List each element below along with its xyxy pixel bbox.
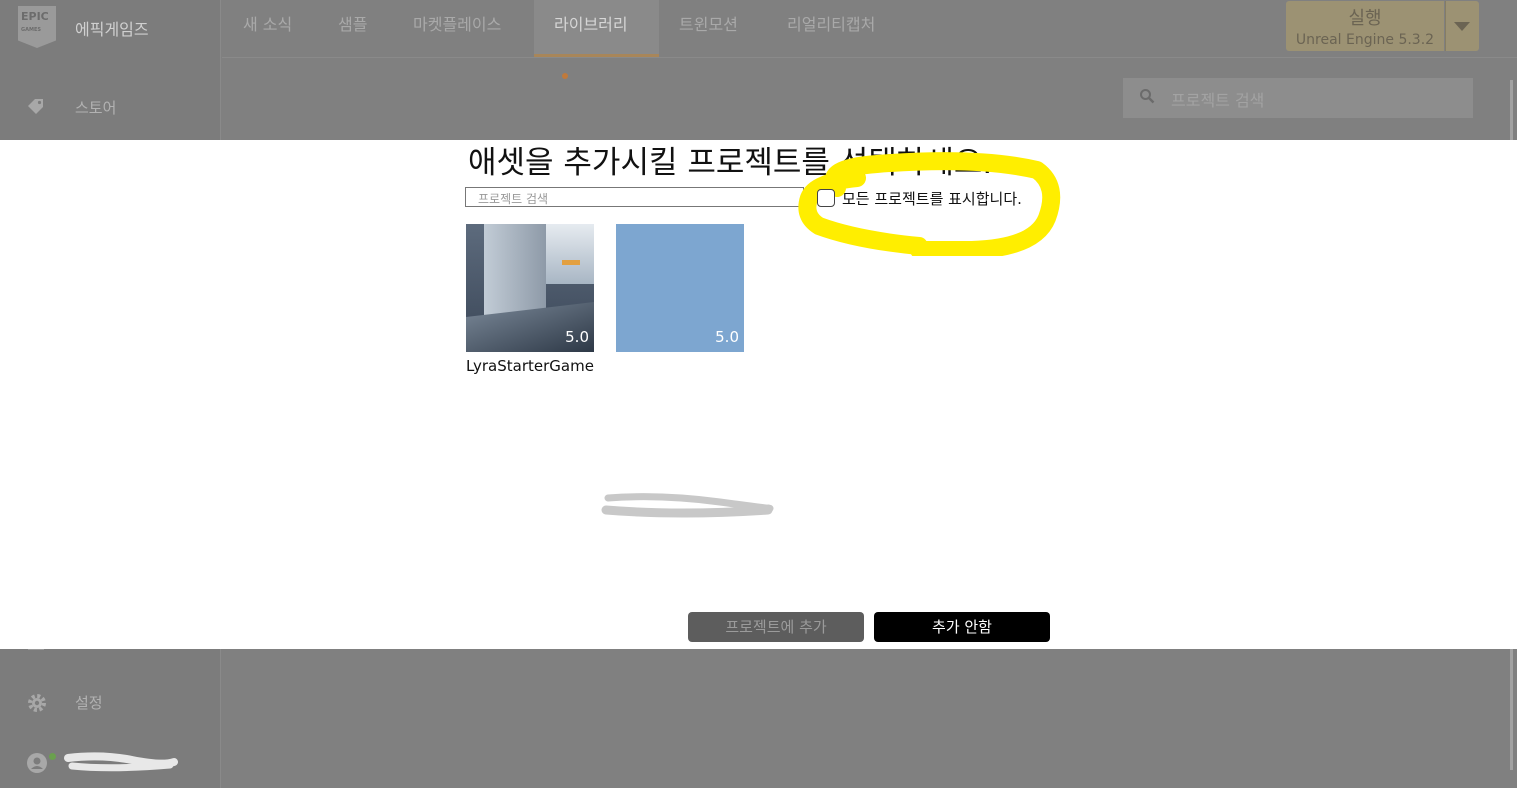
- cancel-button[interactable]: 추가 안함: [874, 612, 1050, 642]
- show-all-projects-checkbox[interactable]: [817, 189, 835, 207]
- tab-label: 라이브러리: [554, 15, 628, 34]
- tab-realitycapture[interactable]: 리얼리티캡처: [787, 0, 875, 57]
- tab-news[interactable]: 새 소식: [243, 0, 292, 57]
- redaction-scribble: [601, 493, 774, 518]
- project-thumbnail: 5.0: [616, 224, 744, 352]
- launch-button[interactable]: 실행 Unreal Engine 5.3.2: [1286, 1, 1444, 51]
- engine-version-badge: 5.0: [565, 328, 589, 346]
- engine-version: Unreal Engine 5.3.2: [1295, 32, 1435, 48]
- online-status-dot: [49, 753, 56, 760]
- engine-version-badge: 5.0: [715, 328, 739, 346]
- project-thumbnail: 5.0: [466, 224, 594, 352]
- sidebar-item-store[interactable]: 스토어: [0, 87, 220, 127]
- gear-icon: [26, 692, 46, 712]
- launch-dropdown-button[interactable]: [1445, 1, 1479, 51]
- project-search-input[interactable]: [476, 190, 800, 208]
- add-to-project-dialog: 애셋을 추가시킬 프로젝트를 선택하세요. 모든 프로젝트를 표시합니다. 5.…: [0, 140, 1517, 649]
- redaction-scribble: [64, 752, 178, 772]
- tab-library[interactable]: 라이브러리: [534, 0, 659, 79]
- project-card[interactable]: 5.0 LyraStarterGame: [466, 224, 594, 375]
- tag-icon: [26, 97, 46, 117]
- brand-label: 에픽게임즈: [75, 20, 149, 39]
- add-to-project-button[interactable]: 프로젝트에 추가: [688, 612, 864, 642]
- show-all-projects-label[interactable]: 모든 프로젝트를 표시합니다.: [842, 188, 1022, 209]
- epic-games-logo[interactable]: EPIC GAMES: [18, 6, 56, 48]
- project-card[interactable]: 5.0: [616, 224, 744, 357]
- library-search[interactable]: 프로젝트 검색: [1123, 78, 1473, 118]
- sidebar-item-label: 스토어: [75, 99, 117, 117]
- project-name: LyraStarterGame: [466, 357, 594, 375]
- user-avatar-icon: [26, 752, 47, 773]
- tab-marketplace[interactable]: 마켓플레이스: [413, 0, 501, 57]
- sidebar-item-label: 설정: [75, 694, 103, 712]
- sidebar-item-settings[interactable]: 설정: [0, 682, 220, 722]
- project-search-field[interactable]: [465, 187, 804, 208]
- launch-label: 실행: [1348, 8, 1382, 29]
- notification-dot: [562, 72, 568, 79]
- tab-twinmotion[interactable]: 트윈모션: [679, 0, 738, 57]
- tab-samples[interactable]: 샘플: [338, 0, 367, 57]
- search-icon: [1139, 88, 1155, 108]
- search-placeholder: 프로젝트 검색: [1171, 91, 1265, 110]
